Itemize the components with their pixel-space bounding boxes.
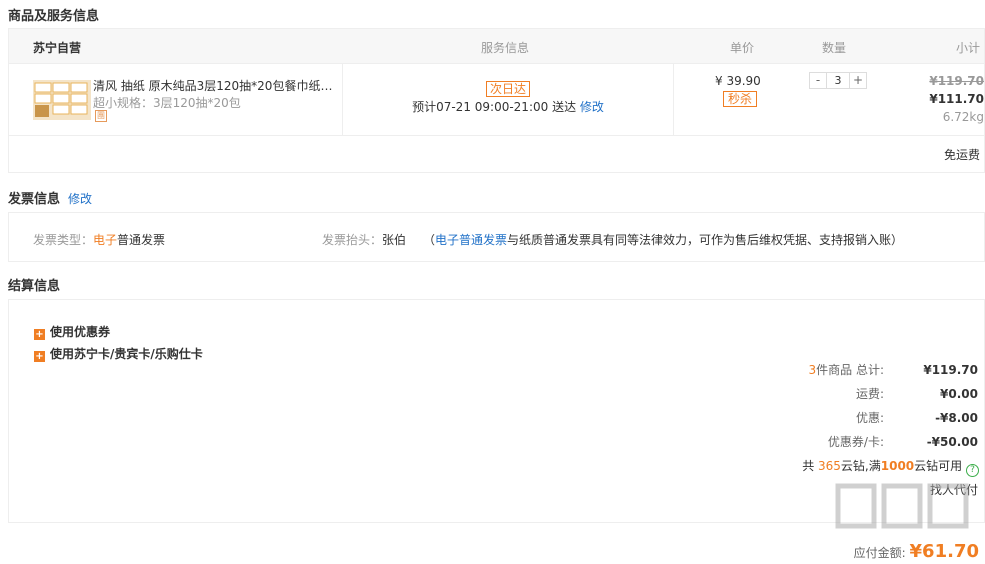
- coupon-value: -¥50.00: [926, 435, 978, 449]
- original-subtotal: ¥119.70: [929, 74, 984, 88]
- invoice-title: 发票信息: [8, 192, 61, 207]
- header-quantity: 数量: [822, 41, 847, 55]
- goods-table: 苏宁自营 服务信息 单价 数量 小计 清风 抽纸 原木纯品3层120抽*20包餐…: [8, 28, 985, 173]
- items-count: 3: [808, 363, 817, 377]
- quantity-plus-button[interactable]: +: [850, 73, 866, 88]
- header-subtotal: 小计: [955, 41, 980, 55]
- invoice-note: （电子普通发票与纸质普通发票具有同等法律效力，可作为售后维权凭据、支持报销入账）: [423, 231, 903, 248]
- settle-section-title: 结算信息: [8, 279, 61, 294]
- cloud-text-1: 共: [802, 459, 819, 473]
- summary-discount: 优惠: -¥8.00: [678, 409, 978, 426]
- product-spec: 超小规格：3层120抽*20包: [93, 96, 241, 110]
- summary-freight: 运费: ¥0.00: [678, 385, 978, 402]
- service-cell: 次日达 预计07-21 09:00-21:00 送达 修改: [343, 64, 674, 136]
- expand-plus-icon: +: [34, 351, 45, 362]
- header-unit-price: 单价: [730, 41, 755, 55]
- e-invoice-link[interactable]: 电子普通发票: [435, 233, 507, 247]
- cloud-text-2: 云钻,满: [840, 459, 881, 473]
- cloud-count: 365: [818, 459, 841, 473]
- invoice-head-label: 发票抬头：: [322, 233, 383, 247]
- flash-sale-tag: 秒杀: [723, 91, 758, 107]
- cloud-text-3: 云钻可用: [914, 459, 963, 473]
- quantity-stepper: - 3 +: [809, 72, 867, 89]
- discount-value: -¥8.00: [935, 411, 978, 425]
- items-total-label: 3件商品 总计:: [809, 361, 885, 378]
- use-coupon-label: 使用优惠券: [50, 325, 111, 339]
- invoice-type-highlight: 电子: [93, 233, 118, 247]
- quantity-value[interactable]: 3: [826, 73, 850, 88]
- help-question-icon[interactable]: ?: [966, 464, 979, 477]
- invoice-note-open: （: [423, 233, 436, 247]
- delivery-time: 预计07-21 09:00-21:00 送达: [412, 100, 577, 114]
- table-row: 清风 抽纸 原木纯品3层120抽*20包餐巾纸 ... 超小规格：3层120抽*…: [9, 64, 984, 136]
- invoice-head-value: 张伯: [382, 233, 407, 247]
- cloud-diamond-info: 共 365云钻,满1000云钻可用 ?: [802, 457, 979, 477]
- cloud-threshold: 1000: [880, 459, 915, 473]
- invoice-type-value: 普通发票: [117, 233, 166, 247]
- use-coupon-option[interactable]: + 使用优惠券: [34, 323, 110, 340]
- item-weight: 6.72kg: [942, 110, 984, 124]
- store-name: 苏宁自营: [33, 41, 82, 55]
- delivery-estimate: 预计07-21 09:00-21:00 送达 修改: [343, 98, 673, 115]
- use-card-option[interactable]: + 使用苏宁卡/贵宾卡/乐购仕卡: [34, 345, 203, 362]
- items-label: 件商品 总计:: [816, 363, 884, 377]
- summary-items-total: 3件商品 总计: ¥119.70: [678, 361, 979, 378]
- shipping-fee: 免运费: [943, 148, 980, 162]
- quantity-minus-button[interactable]: -: [810, 73, 826, 88]
- freight-value: ¥0.00: [940, 387, 978, 401]
- items-total-value: ¥119.70: [923, 363, 978, 377]
- use-card-label: 使用苏宁卡/贵宾卡/乐购仕卡: [50, 347, 203, 361]
- discount-label: 优惠:: [855, 411, 884, 425]
- item-subtotal: ¥111.70: [929, 92, 984, 106]
- freight-label: 运费:: [855, 387, 884, 401]
- summary-coupon: 优惠券/卡: -¥50.00: [678, 433, 978, 450]
- coupon-label: 优惠券/卡:: [827, 435, 884, 449]
- invoice-section-title: 发票信息 修改: [8, 188, 92, 207]
- group-buy-badge: 團: [95, 110, 107, 122]
- invoice-type-label: 发票类型：: [33, 233, 94, 247]
- goods-section-title: 商品及服务信息: [8, 9, 100, 24]
- watermark-logo: [835, 483, 969, 529]
- invoice-type: 发票类型：电子普通发票: [33, 231, 165, 248]
- expand-plus-icon: +: [34, 329, 45, 340]
- delivery-edit-link[interactable]: 修改: [580, 100, 604, 114]
- invoice-panel: 发票类型：电子普通发票 发票抬头：张伯 （电子普通发票与纸质普通发票具有同等法律…: [8, 212, 985, 262]
- invoice-edit-link[interactable]: 修改: [68, 192, 92, 206]
- unit-price: ¥ 39.90: [715, 74, 761, 88]
- product-thumbnail[interactable]: [31, 74, 93, 126]
- product-name[interactable]: 清风 抽纸 原木纯品3层120抽*20包餐巾纸 ...: [93, 77, 333, 94]
- next-day-tag: 次日达: [485, 81, 530, 97]
- invoice-head: 发票抬头：张伯: [322, 231, 406, 248]
- invoice-note-text: 与纸质普通发票具有同等法律效力，可作为售后维权凭据、支持报销入账）: [507, 233, 904, 247]
- product-cell: 清风 抽纸 原木纯品3层120抽*20包餐巾纸 ... 超小规格：3层120抽*…: [9, 64, 343, 136]
- goods-table-header: 苏宁自营 服务信息 单价 数量 小计: [9, 29, 984, 64]
- header-service: 服务信息: [481, 41, 530, 55]
